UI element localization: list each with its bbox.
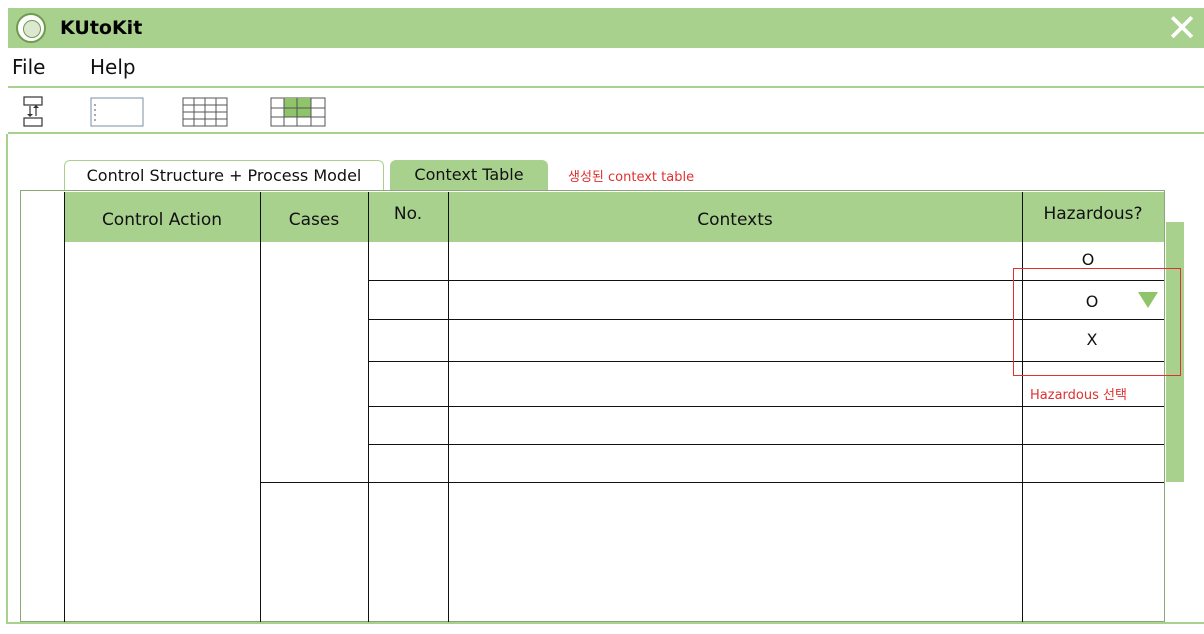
title-bar: KUtoKit ✕ [8, 8, 1204, 48]
app-title: KUtoKit [60, 17, 143, 39]
frame-left-border [6, 134, 8, 624]
frame-bottom-border [6, 622, 1204, 624]
header-cases: Cases [288, 210, 340, 230]
tab-control-structure[interactable]: Control Structure + Process Model [64, 160, 384, 192]
grid-table-tool-icon[interactable] [182, 94, 228, 128]
header-contexts: Contexts [697, 210, 773, 230]
tab-annotation: 생성된 context table [568, 170, 695, 185]
toolbar [8, 90, 1204, 134]
menu-bar: File Help [8, 48, 1204, 88]
close-icon[interactable]: ✕ [1162, 8, 1202, 48]
university-seal-icon [16, 13, 46, 43]
seal-inner-ring [23, 20, 41, 38]
header-hazardous: Hazardous? [1043, 204, 1143, 224]
list-tool-icon[interactable] [90, 94, 144, 128]
column-divider [64, 192, 65, 622]
header-control-action: Control Action [101, 210, 223, 230]
row-divider [260, 482, 1164, 483]
context-table-tool-icon[interactable] [270, 94, 326, 128]
table-header: Control Action Cases No. Contexts Hazard… [64, 192, 1164, 242]
header-no: No. [393, 204, 423, 224]
row-divider [368, 406, 1164, 407]
tab-context-table[interactable]: Context Table [390, 160, 548, 192]
column-divider [448, 192, 449, 622]
control-structure-tool-icon[interactable] [20, 94, 48, 128]
menu-file[interactable]: File [12, 54, 45, 80]
column-divider [368, 192, 369, 622]
hazard-annotation: Hazardous 선택 [1030, 388, 1127, 403]
hazardous-value-row-1: O [1081, 250, 1095, 269]
menu-help[interactable]: Help [90, 54, 136, 80]
row-divider [368, 444, 1164, 445]
column-divider [260, 192, 261, 622]
hazardous-highlight-box [1013, 268, 1181, 376]
